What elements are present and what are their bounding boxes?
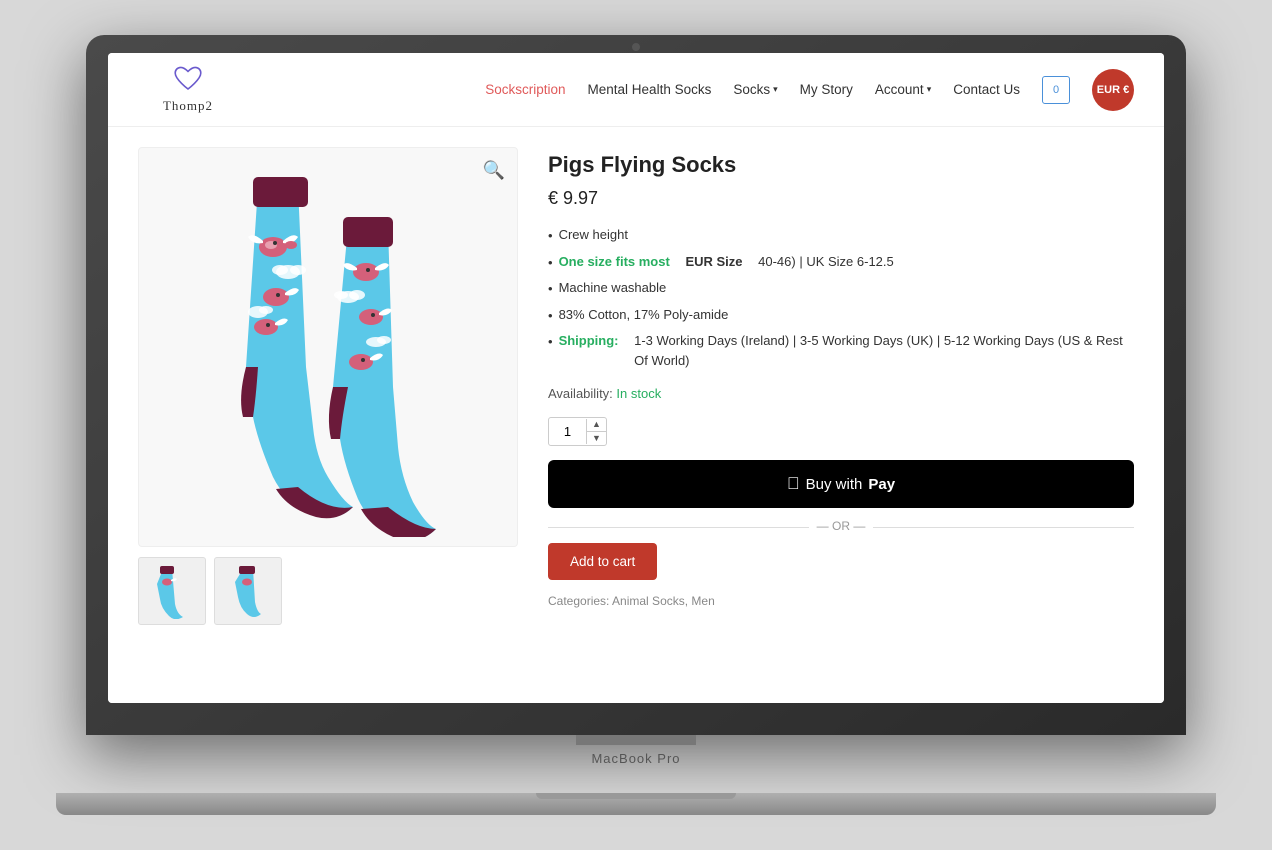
currency-button[interactable]: EUR € <box>1092 69 1134 111</box>
apple-pay-button[interactable]:  Buy with Pay <box>548 460 1134 508</box>
thumbnail-2[interactable] <box>214 557 282 625</box>
feature-size: One size fits most EUR Size 40-46) | UK … <box>548 252 1134 273</box>
feature-shipping: Shipping: 1-3 Working Days (Ireland) | 3… <box>548 331 1134 370</box>
add-to-cart-button[interactable]: Add to cart <box>548 543 657 580</box>
quantity-controls: ▲ ▼ <box>587 418 606 445</box>
zoom-icon[interactable]: 🔍 <box>483 160 505 181</box>
availability-value: In stock <box>616 386 661 401</box>
feature-washable: Machine washable <box>548 278 1134 299</box>
categories-value: Animal Socks, Men <box>612 594 715 608</box>
macbook-label: MacBook Pro <box>591 751 680 766</box>
laptop-base <box>56 793 1216 815</box>
product-details: Pigs Flying Socks € 9.97 Crew height One… <box>548 147 1134 687</box>
thumbnail-1[interactable] <box>138 557 206 625</box>
account-chevron-icon: ▾ <box>927 84 932 95</box>
or-label: — OR — <box>809 519 874 533</box>
cart-count: 0 <box>1053 84 1059 96</box>
laptop-camera <box>632 43 640 51</box>
nav-mental-health-socks[interactable]: Mental Health Socks <box>588 82 712 97</box>
nav-socks[interactable]: Socks ▾ <box>733 82 777 97</box>
logo-heart-icon <box>172 65 204 98</box>
nav-account[interactable]: Account ▾ <box>875 82 931 97</box>
laptop-body: Thomp2 Sockscription Mental Health Socks… <box>86 35 1186 735</box>
nav-contact-us[interactable]: Contact Us <box>953 82 1020 97</box>
product-price: € 9.97 <box>548 188 1134 209</box>
quantity-decrease[interactable]: ▼ <box>587 432 606 445</box>
quantity-wrapper: 1 ▲ ▼ <box>548 417 1134 446</box>
feature-material: 83% Cotton, 17% Poly-amide <box>548 305 1134 326</box>
quantity-box[interactable]: 1 ▲ ▼ <box>548 417 607 446</box>
quantity-increase[interactable]: ▲ <box>587 418 606 432</box>
main-content: 🔍 <box>108 127 1164 703</box>
logo-text: Thomp2 <box>163 98 213 114</box>
main-product-image: 🔍 <box>138 147 518 547</box>
nav-story[interactable]: My Story <box>800 82 853 97</box>
categories-row: Categories: Animal Socks, Men <box>548 594 1134 608</box>
thumbnail-row <box>138 557 518 625</box>
cart-button[interactable]: 0 <box>1042 76 1070 104</box>
socks-chevron-icon: ▾ <box>773 84 778 95</box>
categories-label: Categories: <box>548 594 609 608</box>
product-features: Crew height One size fits most EUR Size … <box>548 225 1134 370</box>
laptop-wrapper: Thomp2 Sockscription Mental Health Socks… <box>86 35 1186 815</box>
product-images: 🔍 <box>138 147 518 687</box>
site-nav: Sockscription Mental Health Socks Socks … <box>485 69 1134 111</box>
availability-row: Availability: In stock <box>548 386 1134 401</box>
availability-label: Availability: <box>548 386 613 401</box>
laptop-notch <box>576 735 696 745</box>
feature-crew-height: Crew height <box>548 225 1134 246</box>
quantity-display: 1 <box>549 419 587 444</box>
site-header: Thomp2 Sockscription Mental Health Socks… <box>108 53 1164 127</box>
site-logo: Thomp2 <box>138 65 238 114</box>
nav-sockscription[interactable]: Sockscription <box>485 82 565 97</box>
or-divider: — OR — <box>548 518 1134 533</box>
screen: Thomp2 Sockscription Mental Health Socks… <box>108 53 1164 703</box>
product-title: Pigs Flying Socks <box>548 152 1134 178</box>
